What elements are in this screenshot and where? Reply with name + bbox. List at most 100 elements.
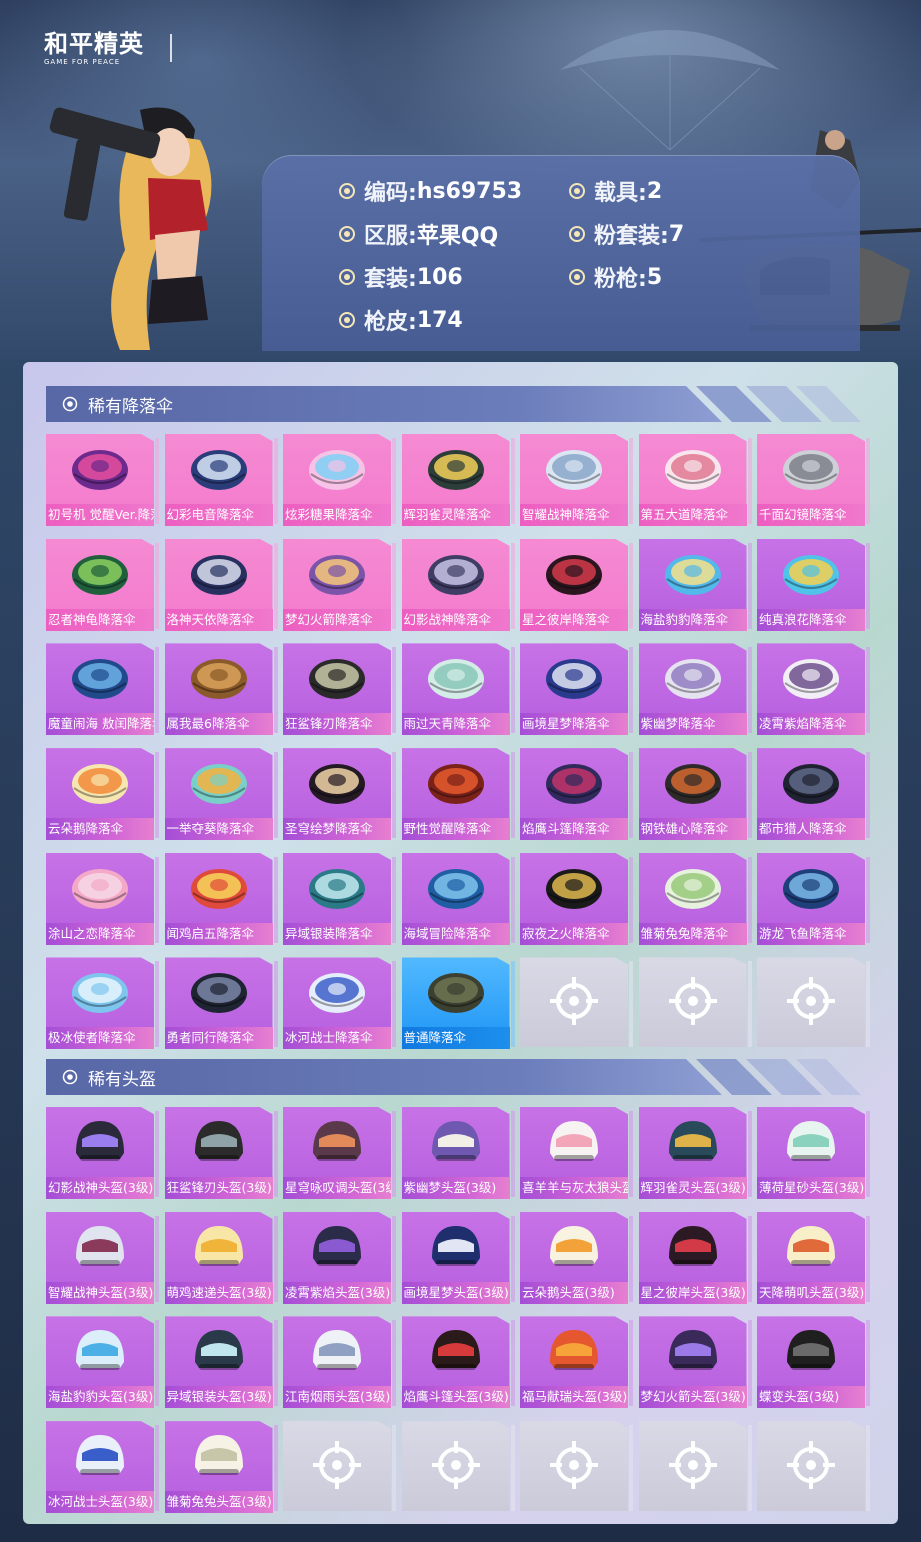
- helmet-card[interactable]: 萌鸡速递头盔(3级): [164, 1211, 278, 1304]
- parachute-card[interactable]: 凌霄紫焰降落伞: [757, 643, 870, 736]
- parachute-icon: [783, 659, 839, 700]
- card-edge: [866, 1215, 870, 1302]
- parachute-icon: [309, 764, 365, 805]
- helmet-card[interactable]: 天降萌叽头盔(3级): [757, 1211, 870, 1304]
- parachute-card[interactable]: 勇者同行降落伞: [164, 957, 278, 1050]
- parachute-card[interactable]: 辉羽雀灵降落伞: [401, 434, 515, 526]
- helmet-icon: [550, 1225, 598, 1266]
- helmet-card[interactable]: 紫幽梦头盔(3级): [401, 1107, 515, 1199]
- card-edge: [155, 438, 159, 524]
- parachute-card[interactable]: 炫彩糖果降落伞: [283, 434, 396, 526]
- helmet-card[interactable]: 梦幻火箭头盔(3级): [638, 1316, 752, 1409]
- parachute-card[interactable]: 雏菊兔兔降落伞: [638, 852, 752, 945]
- logo-title: 和平精英: [44, 30, 144, 58]
- parachute-card[interactable]: 初号机 觉醒Ver.降落伞: [46, 434, 159, 526]
- card-edge: [392, 752, 396, 839]
- helmet-card[interactable]: 薄荷星砂头盔(3级): [757, 1107, 870, 1199]
- helmet-card[interactable]: 异域银装头盔(3级): [164, 1316, 278, 1409]
- item-name: 梦幻火箭头盔(3级): [638, 1386, 747, 1409]
- helmet-card[interactable]: 幻影战神头盔(3级): [46, 1107, 159, 1199]
- card-edge: [629, 1111, 633, 1197]
- item-name: 初号机 觉醒Ver.降落伞: [46, 504, 154, 526]
- helmet-card[interactable]: 狂鲨锋刃头盔(3级): [164, 1107, 278, 1199]
- item-name: 寂夜之火降落伞: [520, 922, 628, 945]
- parachute-card[interactable]: 狂鲨锋刃降落伞: [283, 643, 396, 736]
- parachute-icon: [72, 764, 128, 805]
- helmet-card[interactable]: 辉羽雀灵头盔(3级): [638, 1107, 752, 1199]
- header-banner: 和平精英 GAME FOR PEACE 编码: hs69753 区服: 苹果QQ: [0, 0, 921, 360]
- helmet-icon: [194, 1435, 243, 1476]
- helmet-card[interactable]: 雏菊兔兔头盔(3级): [164, 1421, 278, 1514]
- item-name: 雏菊兔兔头盔(3级): [164, 1491, 273, 1514]
- parachute-card[interactable]: 闻鸡启五降落伞: [164, 852, 278, 945]
- parachute-card[interactable]: 千面幻镜降落伞: [757, 434, 870, 526]
- helmet-card[interactable]: 云朵鹅头盔(3级): [520, 1211, 633, 1304]
- empty-slot: [520, 957, 633, 1049]
- parachute-icon: [546, 659, 602, 700]
- parachute-card[interactable]: 画境星梦降落伞: [520, 643, 633, 736]
- crosshair-icon: [787, 1441, 835, 1490]
- parachute-icon: [546, 450, 602, 490]
- parachute-card[interactable]: 寂夜之火降落伞: [520, 852, 633, 945]
- item-name: 魔童闹海 敖闰降落伞: [46, 713, 154, 736]
- parachute-card[interactable]: 极冰使者降落伞: [46, 957, 159, 1050]
- helmet-icon: [668, 1225, 717, 1266]
- helmet-card[interactable]: 冰河战士头盔(3级): [46, 1421, 159, 1514]
- helmet-card[interactable]: 江南烟雨头盔(3级): [283, 1316, 396, 1409]
- parachute-card[interactable]: 普通降落伞: [401, 957, 515, 1050]
- helmet-card[interactable]: 星之彼岸头盔(3级): [638, 1211, 752, 1304]
- helmet-card[interactable]: 凌霄紫焰头盔(3级): [283, 1211, 396, 1304]
- helmet-card[interactable]: 智耀战神头盔(3级): [46, 1211, 159, 1304]
- parachute-card[interactable]: 冰河战士降落伞: [283, 957, 396, 1050]
- parachute-card[interactable]: 星之彼岸降落伞: [520, 538, 633, 631]
- card-edge: [629, 1215, 633, 1302]
- parachute-card[interactable]: 海盐豹豹降落伞: [638, 538, 752, 631]
- parachute-card[interactable]: 紫幽梦降落伞: [638, 643, 752, 736]
- card-edge: [866, 647, 870, 734]
- parachute-card[interactable]: 异域银装降落伞: [283, 852, 396, 945]
- item-name: 属我最6降落伞: [164, 713, 273, 736]
- parachute-card[interactable]: 都市猎人降落伞: [757, 748, 870, 841]
- helmet-card[interactable]: 福马献瑞头盔(3级): [520, 1316, 633, 1409]
- parachute-card[interactable]: 钢铁雄心降落伞: [638, 748, 752, 841]
- parachute-card[interactable]: 幻影战神降落伞: [401, 538, 515, 631]
- parachute-card[interactable]: 野性觉醒降落伞: [401, 748, 515, 841]
- item-name: 喜羊羊与灰太狼头盔(3级): [520, 1177, 628, 1199]
- crosshair-icon: [668, 977, 717, 1026]
- parachute-card[interactable]: 圣穹绘梦降落伞: [283, 748, 396, 841]
- parachute-card[interactable]: 魔童闹海 敖闰降落伞: [46, 643, 159, 736]
- parachute-card[interactable]: 云朵鹅降落伞: [46, 748, 159, 841]
- parachute-card[interactable]: 梦幻火箭降落伞: [283, 538, 396, 631]
- parachute-card[interactable]: 第五大道降落伞: [638, 434, 752, 526]
- helmet-icon: [76, 1435, 124, 1476]
- helmet-card[interactable]: 焰鹰斗篷头盔(3级): [401, 1316, 515, 1409]
- parachute-card[interactable]: 雨过天青降落伞: [401, 643, 515, 736]
- helmet-icon: [76, 1121, 124, 1161]
- character-artwork: [49, 107, 212, 350]
- parachute-card[interactable]: 焰鹰斗篷降落伞: [520, 748, 633, 841]
- parachute-card[interactable]: 纯真浪花降落伞: [757, 538, 870, 631]
- parachute-card[interactable]: 智耀战神降落伞: [520, 434, 633, 526]
- item-name: 福马献瑞头盔(3级): [520, 1386, 628, 1409]
- helmet-icon: [668, 1330, 717, 1371]
- parachute-icon: [72, 973, 128, 1014]
- helmet-card[interactable]: 喜羊羊与灰太狼头盔(3级): [520, 1107, 633, 1199]
- parachute-card[interactable]: 游龙飞鱼降落伞: [757, 852, 870, 945]
- helmet-card[interactable]: 星穹咏叹调头盔(3级): [283, 1107, 396, 1199]
- helmet-card[interactable]: 蝶变头盔(3级): [757, 1316, 870, 1409]
- card-edge: [629, 438, 633, 524]
- parachute-icon: [783, 450, 839, 490]
- parachute-card[interactable]: 属我最6降落伞: [164, 643, 278, 736]
- helmet-card[interactable]: 海盐豹豹头盔(3级): [46, 1316, 159, 1409]
- helmet-card[interactable]: 画境星梦头盔(3级): [401, 1211, 515, 1304]
- parachute-card[interactable]: 一举夺葵降落伞: [164, 748, 278, 841]
- card-edge: [510, 752, 515, 839]
- parachute-card[interactable]: 海域冒险降落伞: [401, 852, 515, 945]
- item-name: 星穹咏叹调头盔(3级): [283, 1177, 391, 1199]
- info-pink-guns: 粉枪: 5: [568, 261, 662, 293]
- parachute-card[interactable]: 涂山之恋降落伞: [46, 852, 159, 945]
- parachute-card[interactable]: 忍者神龟降落伞: [46, 538, 159, 631]
- item-name: 画境星梦头盔(3级): [401, 1281, 510, 1304]
- parachute-card[interactable]: 洛神天依降落伞: [164, 538, 278, 631]
- parachute-card[interactable]: 幻彩电音降落伞: [164, 434, 278, 526]
